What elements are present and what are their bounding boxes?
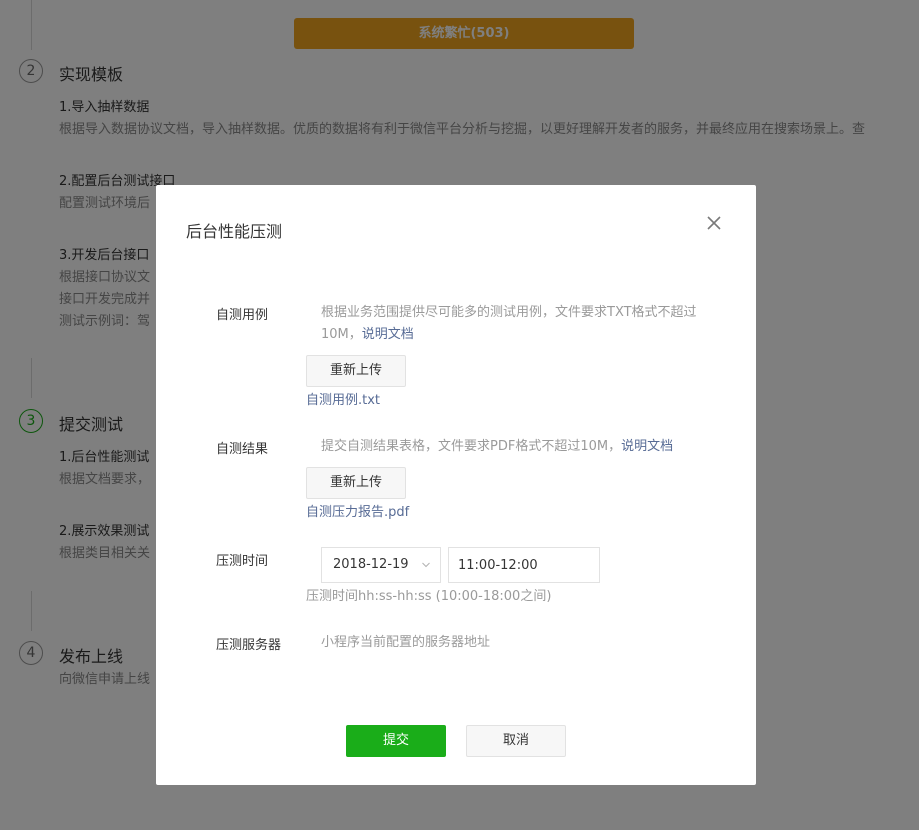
self-test-cases-doc-link[interactable]: 说明文档 [362, 327, 414, 342]
test-cases-file-link[interactable]: 自测用例.txt [306, 389, 380, 408]
submit-button[interactable]: 提交 [346, 725, 446, 757]
stress-server-tip: 小程序当前配置的服务器地址 [321, 635, 491, 650]
self-test-results-doc-link[interactable]: 说明文档 [621, 439, 673, 454]
stress-test-dialog: 后台性能压测 自测用例 根据业务范围提供尽可能多的测试用例，文件要求TXT格式不… [156, 185, 756, 785]
self-test-results-tip: 提交自测结果表格，文件要求PDF格式不超过10M，说明文档 [321, 436, 721, 458]
time-range-input[interactable] [448, 547, 600, 583]
reupload-test-results-button[interactable]: 重新上传 [306, 467, 406, 499]
self-test-cases-tip: 根据业务范围提供尽可能多的测试用例，文件要求TXT格式不超过10M，说明文档 [321, 302, 721, 346]
chevron-down-icon [422, 562, 430, 568]
self-test-results-label: 自测结果 [216, 442, 269, 457]
test-results-file-link[interactable]: 自测压力报告.pdf [306, 501, 409, 520]
self-test-cases-label: 自测用例 [216, 308, 269, 323]
close-icon[interactable] [705, 214, 723, 232]
self-test-results-tip-text: 提交自测结果表格，文件要求PDF格式不超过10M， [321, 439, 622, 454]
stress-time-label: 压测时间 [216, 554, 269, 569]
date-select[interactable]: 2018-12-19 [321, 547, 441, 583]
reupload-test-cases-button[interactable]: 重新上传 [306, 355, 406, 387]
stress-server-label: 压测服务器 [216, 638, 282, 653]
date-select-value: 2018-12-19 [333, 557, 409, 572]
dialog-title: 后台性能压测 [186, 222, 283, 241]
cancel-button[interactable]: 取消 [466, 725, 566, 757]
stress-time-hint: 压测时间hh:ss-hh:ss (10:00-18:00之间) [306, 589, 552, 604]
